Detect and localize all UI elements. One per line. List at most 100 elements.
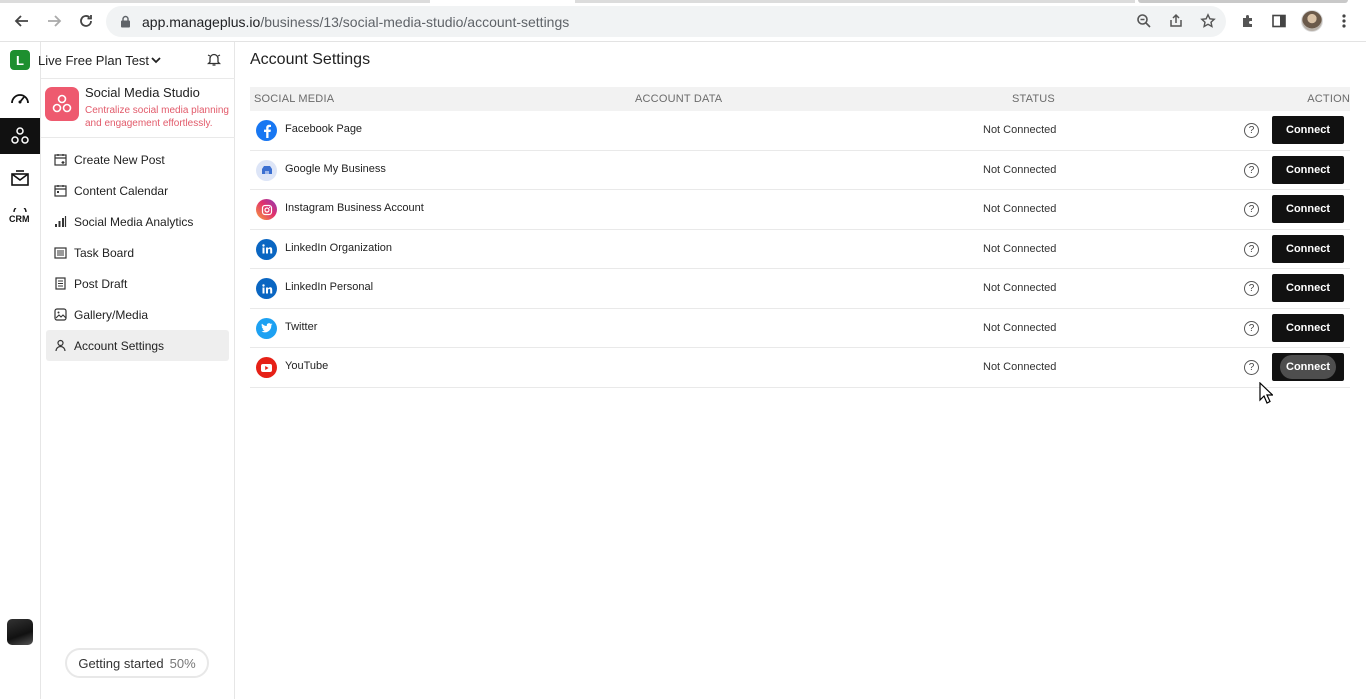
help-icon[interactable]: ?	[1244, 123, 1259, 138]
help-icon[interactable]: ?	[1244, 320, 1259, 336]
arrow-left-icon	[14, 15, 28, 27]
connect-button-google-my-business[interactable]: Connect	[1272, 155, 1344, 184]
studio-title: Social Media Studio	[85, 85, 200, 100]
column-header-action: ACTION	[1307, 93, 1350, 105]
connect-label: Connect	[1286, 163, 1330, 176]
menu-item-gallery-media[interactable]: Gallery/Media	[46, 299, 229, 330]
menu-item-post-draft[interactable]: Post Draft	[46, 268, 229, 299]
connect-button-facebook[interactable]: Connect	[1272, 116, 1344, 144]
forward-button[interactable]	[43, 10, 65, 32]
studio-description: Centralize social media planning and eng…	[85, 105, 229, 129]
menu-item-label: Post Draft	[74, 276, 128, 291]
connect-button-linkedin-personal[interactable]: Connect	[1272, 274, 1344, 302]
connect-button-instagram[interactable]: Connect	[1272, 195, 1344, 223]
mail-icon	[11, 170, 29, 186]
facebook-icon	[256, 120, 277, 141]
account-name: Google My Business	[285, 162, 386, 175]
rail-dashboard[interactable]	[0, 80, 40, 116]
user-icon	[46, 339, 74, 352]
help-icon[interactable]: ?	[1244, 162, 1259, 178]
user-avatar[interactable]	[7, 619, 33, 645]
menu-item-label: Create New Post	[74, 152, 165, 167]
table-header: SOCIAL MEDIA ACCOUNT DATA STATUS ACTION	[250, 87, 1350, 111]
workspace-name: Live Free Plan Test	[38, 52, 150, 68]
profile-avatar[interactable]	[1301, 10, 1323, 32]
reload-icon	[80, 15, 92, 27]
menu-item-label: Task Board	[74, 245, 135, 260]
status-text: Not Connected	[983, 321, 1057, 334]
notification-bell-icon[interactable]	[207, 52, 221, 67]
zoom-icon[interactable]	[1133, 10, 1155, 32]
task-list-icon	[46, 246, 74, 259]
connect-label: Connect	[1286, 321, 1330, 334]
menu-item-task-board[interactable]: Task Board	[46, 237, 229, 268]
help-icon[interactable]: ?	[1244, 202, 1259, 217]
url-text: app.manageplus.io/business/13/social-med…	[142, 14, 569, 30]
connect-label: Connect	[1286, 124, 1330, 136]
calendar-plus-icon	[46, 153, 74, 166]
side-panel-icon[interactable]	[1268, 10, 1290, 32]
tab-strip	[0, 0, 1366, 3]
studio-menu: Create New Post Content Calendar Social …	[46, 144, 229, 361]
rail-social-media-studio[interactable]	[0, 118, 40, 154]
bar-chart-icon	[46, 215, 74, 228]
getting-started-percent: 50%	[169, 655, 196, 671]
account-name: Facebook Page	[285, 123, 363, 135]
chrome-menu-icon[interactable]	[1333, 10, 1355, 32]
connect-label: Connect	[1286, 242, 1330, 255]
connect-label: Connect	[1286, 361, 1330, 373]
account-name: Twitter	[285, 320, 318, 333]
getting-started-button[interactable]: Getting started 50%	[65, 648, 209, 678]
linkedin-icon	[256, 238, 277, 260]
svg-text:CRM: CRM	[9, 214, 30, 224]
table-row-twitter: Twitter Not Connected ? Connect	[250, 309, 1350, 348]
connect-label: Connect	[1286, 282, 1330, 294]
rail-email-marketing[interactable]	[0, 160, 40, 196]
table-row-linkedin-organization: LinkedIn Organization Not Connected ? Co…	[250, 230, 1350, 269]
status-text: Not Connected	[983, 203, 1057, 215]
studio-header: Social Media Studio Centralize social me…	[41, 78, 235, 138]
bookmark-star-icon[interactable]	[1197, 10, 1219, 32]
calendar-icon	[46, 184, 74, 197]
column-header-account-data: ACCOUNT DATA	[635, 93, 723, 105]
help-icon[interactable]: ?	[1244, 360, 1259, 375]
reload-button[interactable]	[75, 10, 97, 32]
table-row-linkedin-personal: LinkedIn Personal Not Connected ? Connec…	[250, 269, 1350, 309]
back-button[interactable]	[11, 10, 33, 32]
workspace-switcher[interactable]: L Live Free Plan Test	[10, 42, 235, 78]
menu-item-create-new-post[interactable]: Create New Post	[46, 144, 229, 175]
getting-started-label: Getting started	[78, 655, 164, 671]
arrow-right-icon	[48, 15, 62, 27]
connect-button-linkedin-organization[interactable]: Connect	[1272, 234, 1344, 263]
app-icon-rail: CRM	[0, 42, 41, 699]
google-my-business-icon	[256, 159, 277, 181]
share-icon[interactable]	[1165, 10, 1187, 32]
social-nodes-icon	[45, 87, 79, 121]
social-accounts-table: SOCIAL MEDIA ACCOUNT DATA STATUS ACTION …	[250, 87, 1350, 388]
image-icon	[46, 308, 74, 321]
social-nodes-icon	[11, 127, 29, 144]
extensions-icon[interactable]	[1237, 10, 1259, 32]
menu-item-label: Gallery/Media	[74, 307, 149, 322]
rail-crm[interactable]: CRM	[0, 198, 40, 234]
linkedin-icon	[256, 278, 277, 299]
instagram-icon	[256, 199, 277, 220]
document-icon	[46, 277, 74, 290]
status-text: Not Connected	[983, 124, 1057, 136]
help-icon[interactable]: ?	[1244, 241, 1259, 257]
menu-item-content-calendar[interactable]: Content Calendar	[46, 175, 229, 206]
address-bar[interactable]: app.manageplus.io/business/13/social-med…	[106, 6, 1226, 37]
help-icon[interactable]: ?	[1244, 281, 1259, 296]
page-title: Account Settings	[250, 51, 371, 68]
table-row-youtube: YouTube Not Connected ? Connect	[250, 348, 1350, 388]
studio-sidebar: L Live Free Plan Test Social Media Studi…	[10, 42, 235, 699]
menu-item-social-media-analytics[interactable]: Social Media Analytics	[46, 206, 229, 237]
column-header-social-media: SOCIAL MEDIA	[254, 93, 335, 105]
column-header-status: STATUS	[1012, 93, 1055, 105]
connect-button-youtube[interactable]: Connect	[1272, 353, 1344, 381]
connect-button-twitter[interactable]: Connect	[1272, 313, 1344, 342]
url-path: /business/13/social-media-studio/account…	[260, 13, 570, 30]
table-row-facebook: Facebook Page Not Connected ? Connect	[250, 111, 1350, 151]
menu-item-account-settings[interactable]: Account Settings	[46, 330, 229, 361]
table-row-instagram: Instagram Business Account Not Connected…	[250, 190, 1350, 230]
